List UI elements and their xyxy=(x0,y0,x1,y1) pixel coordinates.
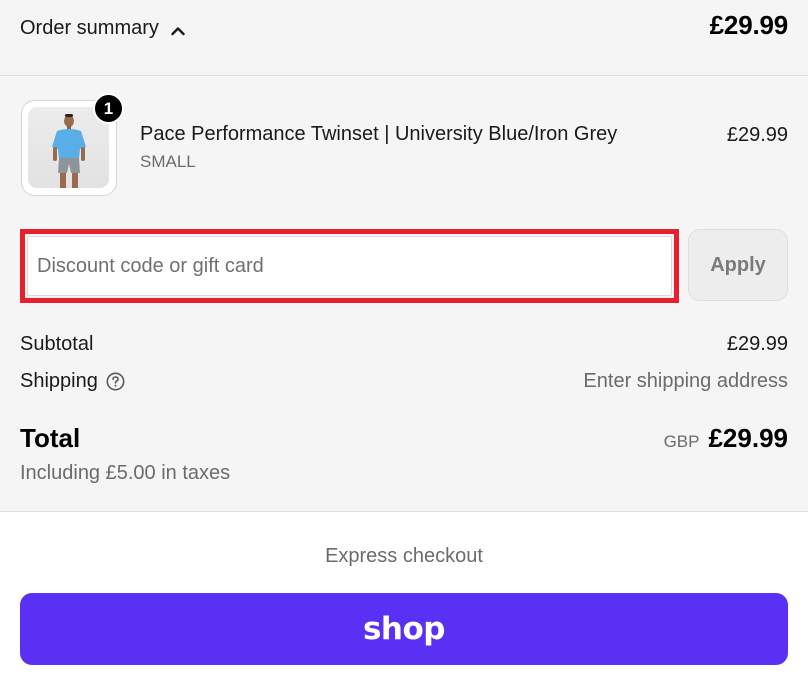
shipping-value: Enter shipping address xyxy=(583,370,788,392)
subtotal-label: Subtotal xyxy=(20,333,94,355)
total-label: Total xyxy=(20,423,81,453)
quantity-badge: 1 xyxy=(93,93,124,124)
order-summary-toggle[interactable]: Order summary xyxy=(20,14,185,42)
subtotal-value: £29.99 xyxy=(726,333,788,355)
order-summary-panel: Order summary £29.99 1 Pace Performance … xyxy=(0,0,808,512)
order-summary-toggle-label: Order summary xyxy=(20,16,159,39)
order-summary-header-total: £29.99 xyxy=(709,10,789,40)
product-variant: SMALL xyxy=(140,152,196,171)
question-circle-icon[interactable] xyxy=(106,372,125,391)
shipping-label-group: Shipping xyxy=(20,370,125,393)
shop-pay-wordmark: shop xyxy=(362,611,446,647)
taxes-note: Including £5.00 in taxes xyxy=(20,462,231,484)
apply-discount-button[interactable]: Apply xyxy=(688,229,788,301)
shop-pay-button[interactable]: shop xyxy=(20,593,788,665)
express-checkout-label: Express checkout xyxy=(325,545,483,567)
chevron-up-icon xyxy=(171,23,185,36)
product-price: £29.99 xyxy=(726,124,788,146)
shipping-label: Shipping xyxy=(20,370,98,392)
currency-code: GBP xyxy=(663,432,700,451)
total-value-group: GBP £29.99 xyxy=(664,423,788,454)
product-name: Pace Performance Twinset | University Bl… xyxy=(140,123,618,145)
discount-code-input[interactable] xyxy=(27,236,672,296)
order-summary-header: Order summary £29.99 xyxy=(0,0,808,76)
total-amount: £29.99 xyxy=(708,423,788,453)
